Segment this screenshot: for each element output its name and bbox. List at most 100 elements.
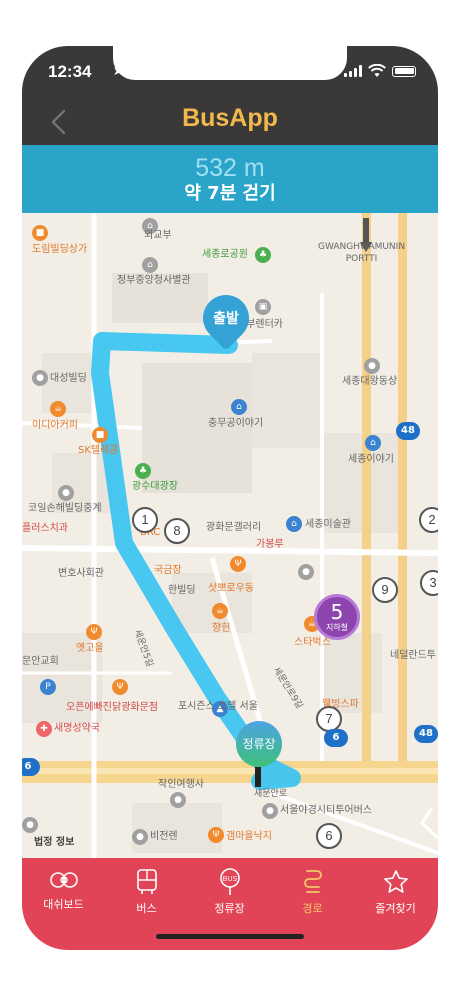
map-label-yeunggo: 옛고을 [76, 643, 104, 654]
tab-label: 경로 [302, 902, 323, 915]
landmark-icon: ● [364, 358, 380, 374]
bus-stop-pin[interactable]: 정류장 [236, 721, 282, 767]
star-icon [383, 870, 408, 893]
building-icon: ● [132, 829, 148, 845]
nav-bar: BusApp [22, 98, 438, 145]
route-icon [303, 870, 322, 893]
tab-bus[interactable]: 버스 [105, 868, 188, 916]
map-label-plus-dental: 플러스치과 [22, 523, 68, 534]
map-label-sapporo: 삿뽀로우동 [208, 583, 254, 594]
tab-label: 대쉬보드 [43, 898, 84, 911]
map-label-nedeland: 네덜란드투 [390, 650, 436, 661]
building-icon: ● [298, 564, 314, 580]
dashboard-icon [49, 872, 78, 888]
map-label-bijeonren: 비전렌 [150, 831, 178, 842]
tab-label: 버스 [136, 902, 157, 915]
road-shield: 48 [396, 422, 420, 440]
cafe-icon: ☕ [212, 603, 228, 619]
map-label-dorip: 도림빌딩상가 [32, 244, 88, 255]
bus-stop-number[interactable]: 2 [419, 507, 438, 533]
tab-label: 정류장 [214, 902, 245, 915]
building-icon: ● [22, 817, 38, 833]
museum-icon: ⌂ [286, 516, 302, 532]
restaurant-icon: Ψ [230, 556, 246, 572]
route-distance: 532 m [195, 154, 265, 182]
park-icon: ♣ [135, 463, 151, 479]
map-label-korean-dental: 코일손해빌딩중계 [28, 503, 102, 514]
travel-agency-icon: ● [170, 792, 186, 808]
map-label-ohbun: 오픈에빠진닭광화문점 [66, 702, 158, 713]
map-label-ruangyo: 문안교회 [22, 656, 59, 667]
subway-station-marker[interactable]: 5 지하철 [314, 594, 360, 640]
map-label-sinmunro: 새문안로 [254, 789, 288, 799]
map-label-four-seasons: 포시즌스 호텔 서울 [178, 701, 258, 712]
map-label-gallery: 광화문갤러리 [206, 522, 262, 533]
cafe-icon: ☕ [50, 401, 66, 417]
status-bar: 12:34 ➤ [22, 46, 438, 98]
building-icon: ■ [32, 225, 48, 241]
map-label-choong-mu: 충무공이야기 [208, 418, 264, 429]
bus-stop-number[interactable]: 6 [316, 823, 342, 849]
restaurant-icon: Ψ [208, 827, 224, 843]
bus-stop-pin-stem [255, 767, 261, 787]
road-shield: 48 [414, 725, 438, 743]
museum-icon: ⌂ [365, 435, 381, 451]
map-label-jakin: 작인여행사 [158, 779, 204, 790]
status-icons [344, 64, 416, 78]
map-label-hyanghwon: 향헌 [212, 623, 231, 634]
tab-route[interactable]: 경로 [271, 868, 354, 916]
parking-icon: P [40, 679, 56, 695]
map-label-idea-coffee: 이디아커피 [32, 420, 78, 431]
bus-stop-number[interactable]: 9 [372, 577, 398, 603]
svg-text:BUS: BUS [222, 876, 237, 883]
park-icon: ♣ [255, 247, 271, 263]
location-arrow-icon: ➤ [113, 64, 124, 78]
status-time: 12:34 [48, 62, 92, 81]
museum-icon: ⌂ [231, 399, 247, 415]
tab-bar: 대쉬보드 버스 BUS 정류장 경로 즐겨찾기 [22, 858, 438, 950]
map-label-sejongro-park: 세종로공원 [202, 249, 248, 260]
map-label-portti: GWANGHWAMUNIN PORTTI [318, 242, 406, 264]
map-label-sejong-story: 세종이야기 [348, 454, 394, 465]
map-label-jamsil: 국금장 [154, 565, 182, 576]
home-indicator[interactable] [156, 934, 304, 939]
notch [113, 46, 347, 80]
pharmacy-icon: ✚ [36, 721, 52, 737]
bus-stop-number[interactable]: 1 [132, 507, 158, 533]
government-icon: ⌂ [142, 257, 158, 273]
map-label-gov-complex: 정부중앙청사별관 [117, 275, 191, 286]
building-icon: ● [58, 485, 74, 501]
map-label-oegyobu: 외교부 [144, 230, 172, 241]
map-label-tour-bus: 서울야경시티투어버스 [280, 805, 372, 816]
app-title: BusApp [182, 104, 278, 132]
map-label-sk: SK텔레콤 [78, 445, 119, 456]
car-rental-icon: ▣ [255, 299, 271, 315]
building-icon: ● [32, 370, 48, 386]
road-shield: 6 [324, 729, 348, 747]
tab-favorites[interactable]: 즐겨찾기 [354, 868, 437, 916]
map-label-square: 광수대광장 [132, 481, 178, 492]
tab-bus-stop[interactable]: BUS 정류장 [188, 868, 271, 916]
map-label-bank: 가봉루 [256, 539, 284, 550]
route-summary-banner: 532 m 약 7분 걷기 [22, 145, 438, 213]
subway-label: 지하철 [325, 623, 349, 632]
tab-dashboard[interactable]: 대쉬보드 [22, 868, 105, 912]
map-label-hotel: 한빌딩 [168, 585, 196, 596]
bus-stop-number[interactable]: 8 [164, 518, 190, 544]
bus-icon [136, 869, 157, 894]
wifi-icon [368, 64, 386, 77]
battery-icon [392, 65, 416, 77]
map-label-starbucks: 스타벅스 [294, 637, 331, 648]
bus-stop-icon: BUS [219, 868, 240, 895]
walk-time: 약 7분 걷기 [184, 183, 276, 204]
map-label-saemyung: 새명성약국 [54, 723, 100, 734]
map-label-sejong-daewang: 세종대왕동상 [342, 376, 398, 387]
map-label-bunsik: 변호사회관 [58, 568, 104, 579]
tab-label: 즐겨찾기 [375, 902, 416, 915]
map-label-beopjeong: 법정 정보 [34, 837, 75, 848]
map-view[interactable]: ■ 도림빌딩상가 ⌂ 외교부 세종로공원 ♣ ⌂ 정부중앙청사별관 GWANGH… [22, 213, 438, 858]
map-label-gaemalbak: 갬마을낙지 [226, 831, 272, 842]
shop-icon: ■ [92, 427, 108, 443]
map-label-daesung: 대성빌딩 [50, 373, 87, 384]
road-shield: 6 [22, 758, 40, 776]
